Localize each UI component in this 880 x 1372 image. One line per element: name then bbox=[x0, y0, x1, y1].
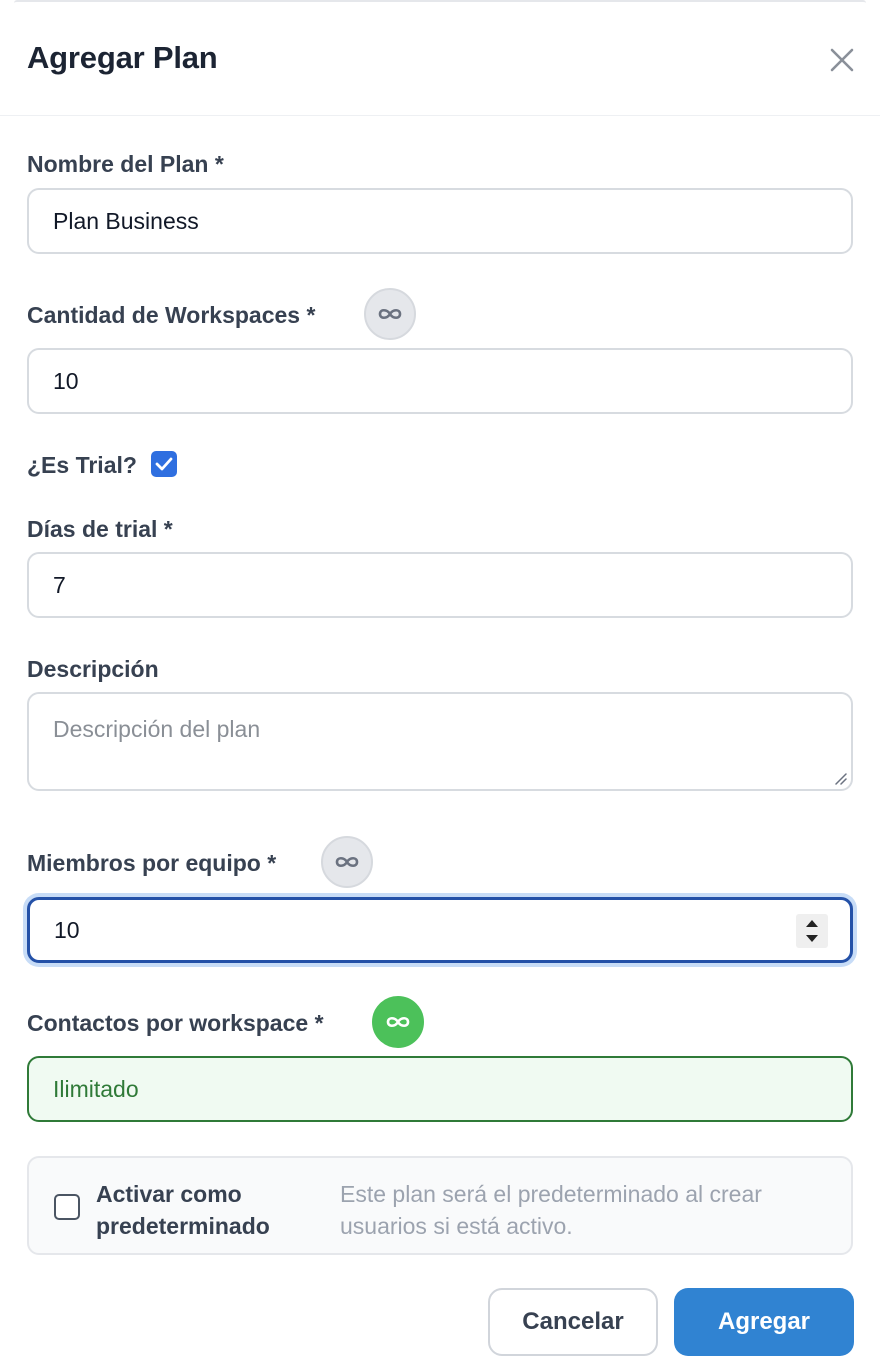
default-option-box: Activar como predeterminado Este plan se… bbox=[27, 1156, 853, 1255]
default-option-help: Este plan será el predeterminado al crea… bbox=[340, 1181, 762, 1239]
infinity-icon bbox=[378, 308, 402, 320]
stepper-up-icon[interactable] bbox=[805, 919, 819, 928]
workspaces-unlimited-toggle[interactable] bbox=[364, 288, 416, 340]
description-placeholder: Descripción del plan bbox=[53, 716, 261, 742]
resize-handle-icon[interactable] bbox=[833, 771, 847, 785]
plan-name-input[interactable]: Plan Business bbox=[27, 188, 853, 254]
description-label: Descripción bbox=[27, 656, 159, 682]
number-stepper[interactable] bbox=[796, 914, 828, 948]
trial-days-label: Días de trial * bbox=[27, 516, 173, 542]
modal-header: Agregar Plan bbox=[0, 0, 880, 116]
workspaces-input[interactable]: 10 bbox=[27, 348, 853, 414]
check-icon bbox=[155, 457, 173, 471]
default-option-label: Activar como predeterminado bbox=[96, 1181, 270, 1239]
trial-checkbox[interactable] bbox=[151, 451, 177, 477]
infinity-icon bbox=[386, 1016, 410, 1028]
cancel-button[interactable]: Cancelar bbox=[488, 1288, 658, 1356]
infinity-icon bbox=[335, 856, 359, 868]
contacts-input[interactable]: Ilimitado bbox=[27, 1056, 853, 1122]
modal-title: Agregar Plan bbox=[27, 40, 218, 75]
stepper-down-icon[interactable] bbox=[805, 934, 819, 943]
close-button[interactable] bbox=[822, 40, 862, 80]
trial-days-value: 7 bbox=[53, 571, 66, 598]
trial-label: ¿Es Trial? bbox=[27, 452, 137, 478]
members-unlimited-toggle[interactable] bbox=[321, 836, 373, 888]
close-icon bbox=[830, 48, 854, 72]
submit-button[interactable]: Agregar bbox=[674, 1288, 854, 1356]
contacts-label: Contactos por workspace * bbox=[27, 1010, 324, 1036]
trial-days-input[interactable]: 7 bbox=[27, 552, 853, 618]
contacts-value: Ilimitado bbox=[53, 1075, 139, 1102]
workspaces-value: 10 bbox=[53, 367, 79, 394]
members-value: 10 bbox=[54, 916, 80, 943]
plan-name-value: Plan Business bbox=[53, 207, 199, 234]
members-input[interactable]: 10 bbox=[27, 897, 853, 963]
plan-name-label: Nombre del Plan * bbox=[27, 151, 224, 177]
contacts-unlimited-toggle[interactable] bbox=[372, 996, 424, 1048]
workspaces-label: Cantidad de Workspaces * bbox=[27, 302, 316, 328]
default-checkbox[interactable] bbox=[54, 1194, 80, 1220]
description-textarea[interactable]: Descripción del plan bbox=[27, 692, 853, 791]
members-label: Miembros por equipo * bbox=[27, 850, 277, 876]
